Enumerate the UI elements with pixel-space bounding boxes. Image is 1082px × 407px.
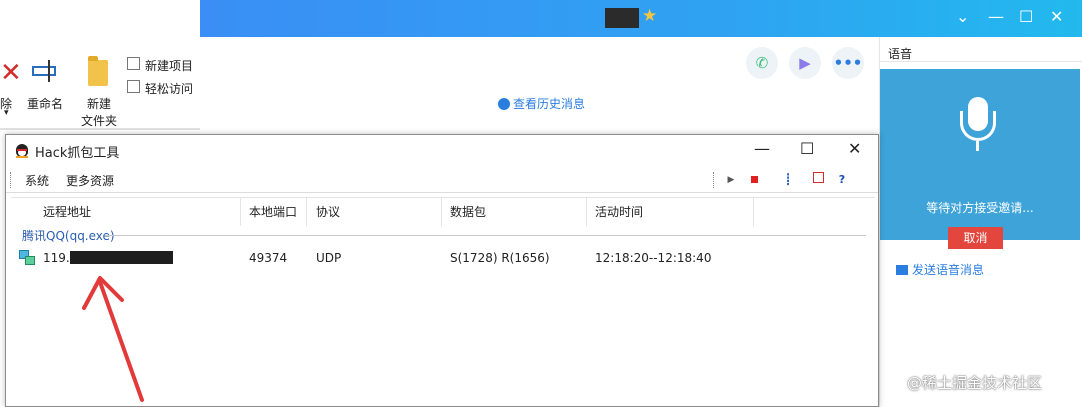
column-divider[interactable] [306,198,307,226]
hack-title-bar[interactable]: Hack抓包工具 — ☐ ✕ [6,135,878,165]
column-divider[interactable] [753,198,754,226]
delete-icon: ✕ [0,58,22,88]
rename-button[interactable]: 重命名 [27,95,63,112]
active-time-cell: 12:18:20--12:18:40 [595,251,712,265]
menu-bar: 系统 更多资源 ▶ ┋ ? [6,167,878,193]
chevron-down-icon[interactable]: ⌄ [956,7,969,27]
column-divider[interactable] [441,198,442,226]
microphone-icon [956,97,1000,157]
remote-address-cell: 119. [43,251,173,265]
minimize-icon[interactable]: — [754,139,770,159]
easy-access-icon [127,80,140,93]
close-icon[interactable]: ✕ [848,139,861,159]
redacted-ip [69,251,173,264]
screenshot-stage: ✕ 除 ▾ 重命名 新建 文件夹 新建项目 轻松访问 ★ ⌄ — ☐ ✕ ✆ ▶… [0,0,1082,407]
menu-grip[interactable] [10,172,12,188]
network-connection-icon [19,250,37,266]
new-item-icon [127,57,140,70]
group-divider [106,235,866,236]
menu-more-resources[interactable]: 更多资源 [66,172,114,189]
column-local-port[interactable]: 本地端口 [249,203,297,220]
menu-system[interactable]: 系统 [25,172,49,189]
stop-icon[interactable] [745,171,763,189]
redacted-contact-name [605,8,639,28]
play-icon[interactable]: ▶ [722,171,740,189]
packets-cell: S(1728) R(1656) [450,251,550,265]
tab-voice[interactable]: 语音 [888,45,912,62]
star-icon: ★ [642,6,658,26]
timer-icon[interactable] [809,171,827,189]
new-folder-label-2[interactable]: 文件夹 [81,112,117,129]
delete-button[interactable]: ✕ [0,58,22,88]
column-protocol[interactable]: 协议 [316,203,340,220]
new-item-button[interactable]: 新建项目 [145,57,193,74]
send-voice-message-label: 发送语音消息 [912,263,985,277]
new-folder-label-1[interactable]: 新建 [87,95,111,112]
help-icon[interactable]: ? [833,171,851,189]
new-folder-icon[interactable] [88,56,108,86]
hack-window-title: Hack抓包工具 [35,146,120,161]
video-icon[interactable]: ▶ [789,47,821,79]
voice-tab-divider [880,61,1082,62]
delete-dropdown-icon[interactable]: ▾ [4,108,9,118]
table-row[interactable]: 119. 49374 UDP S(1728) R(1656) 12:18:20-… [11,248,875,268]
column-remote-address[interactable]: 远程地址 [43,203,91,220]
minimize-icon[interactable]: — [988,7,1004,27]
ribbon-divider [0,128,205,130]
column-active-time[interactable]: 活动时间 [595,203,643,220]
voice-call-box: 等待对方接受邀请... [880,69,1080,240]
toolbar-grip[interactable] [713,172,715,188]
qq-penguin-icon [14,142,30,158]
easy-access-button[interactable]: 轻松访问 [145,80,193,97]
send-voice-message-link[interactable]: 发送语音消息 [896,261,984,278]
column-packets[interactable]: 数据包 [450,203,486,220]
cancel-button[interactable]: 取消 [948,227,1003,249]
history-link-label: 查看历史消息 [513,97,586,111]
group-header-qq[interactable]: 腾讯QQ(qq.exe) [22,227,115,244]
local-port-cell: 49374 [249,251,288,265]
protocol-cell: UDP [316,251,342,265]
remote-address-prefix: 119. [43,251,70,265]
column-divider[interactable] [586,198,587,226]
watermark: @稀土掘金技术社区 [907,374,1043,392]
more-icon[interactable]: ••• [832,47,864,79]
message-icon [896,265,908,275]
qq-title-bar[interactable]: ★ ⌄ — ☐ ✕ [200,0,1082,37]
columns-icon[interactable]: ┋ [779,171,797,189]
voice-waiting-text: 等待对方接受邀请... [926,201,1034,215]
close-icon[interactable]: ✕ [1050,7,1063,27]
red-annotation-arrow [82,276,144,402]
maximize-icon[interactable]: ☐ [1019,7,1033,27]
phone-icon[interactable]: ✆ [746,47,778,79]
clock-icon [498,98,510,110]
rename-icon[interactable] [30,60,60,82]
maximize-icon[interactable]: ☐ [800,139,814,159]
history-link[interactable]: 查看历史消息 [498,95,585,112]
voice-panel: 语音 等待对方接受邀请... 取消 发送语音消息 [879,37,1082,407]
column-divider[interactable] [240,198,241,226]
